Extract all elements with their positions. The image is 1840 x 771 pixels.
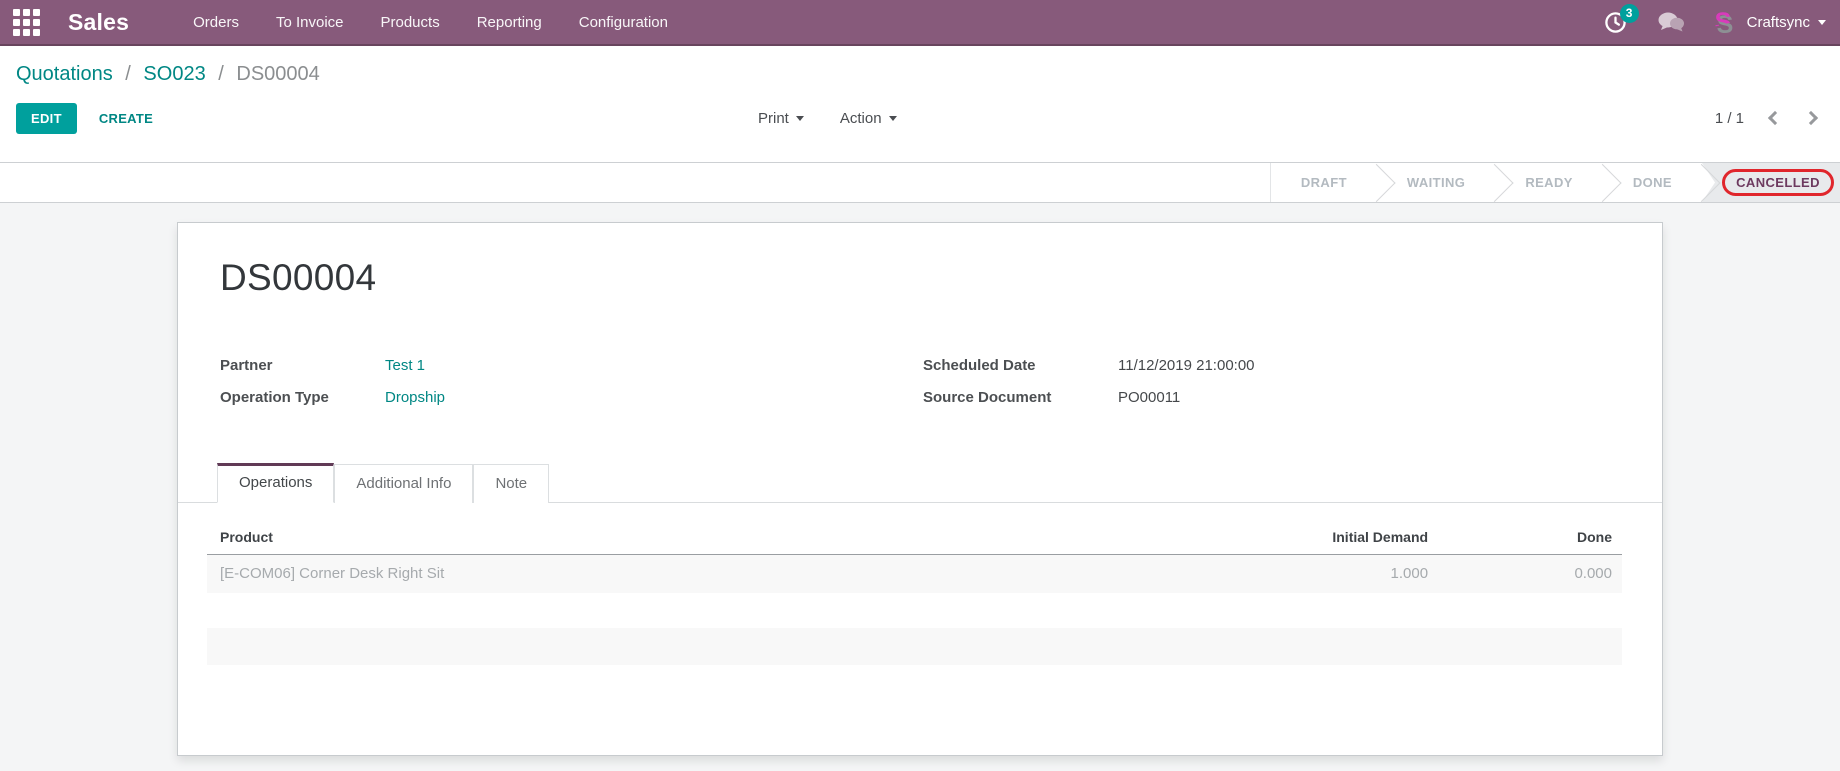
status-draft[interactable]: DRAFT (1271, 163, 1377, 202)
tab-additional-info[interactable]: Additional Info (334, 464, 474, 503)
source-document-value: PO00011 (1118, 388, 1181, 406)
print-label: Print (758, 109, 789, 127)
operations-table: Product Initial Demand Done [E-COM06] Co… (207, 523, 1622, 665)
breadcrumb-so023[interactable]: SO023 (143, 63, 205, 85)
menu-products[interactable]: Products (381, 14, 440, 31)
top-navbar: Sales Orders To Invoice Products Reporti… (0, 0, 1840, 46)
edit-button[interactable]: EDIT (16, 102, 77, 134)
record-title: DS00004 (220, 257, 377, 298)
messages-icon[interactable] (1657, 10, 1685, 34)
chevron-down-icon (795, 115, 804, 121)
user-menu[interactable]: SS Craftsync (1714, 8, 1826, 39)
cell-done[interactable]: 0.000 (1438, 555, 1622, 593)
main-menu: Orders To Invoice Products Reporting Con… (193, 14, 668, 31)
breadcrumb-current: DS00004 (236, 63, 320, 85)
pager-previous-icon[interactable] (1767, 110, 1783, 126)
form-sheet: DS00004 Partner Test 1 Operation Type Dr… (177, 222, 1663, 756)
cell-product[interactable]: [E-COM06] Corner Desk Right Sit (207, 555, 1240, 593)
breadcrumb-separator: / (125, 63, 131, 85)
action-dropdown[interactable]: Action (840, 110, 897, 127)
control-panel: Quotations / SO023 / DS00004 EDIT CREATE… (0, 46, 1840, 162)
status-strip: DRAFT WAITING READY DONE CANCELLED (0, 162, 1840, 203)
column-product[interactable]: Product (207, 523, 1240, 555)
tab-note[interactable]: Note (473, 464, 550, 503)
status-draft-label: DRAFT (1300, 175, 1347, 190)
pager-next-icon[interactable] (1803, 110, 1819, 126)
apps-menu-icon[interactable] (12, 8, 40, 36)
source-document-label: Source Document (923, 388, 1052, 406)
tab-operations[interactable]: Operations (217, 463, 335, 503)
partner-label: Partner (220, 356, 273, 374)
company-avatar: SS (1714, 8, 1734, 39)
field-operation-type: Operation Type Dropship (220, 381, 920, 413)
scheduled-date-value: 11/12/2019 21:00:00 (1118, 356, 1255, 374)
status-waiting-label: WAITING (1406, 175, 1466, 190)
statusbar: DRAFT WAITING READY DONE CANCELLED (1269, 163, 1840, 202)
cell-initial-demand[interactable]: 1.000 (1240, 555, 1438, 593)
empty-row-striped (207, 627, 1622, 665)
breadcrumb: Quotations / SO023 / DS00004 (16, 60, 1824, 88)
breadcrumb-quotations[interactable]: Quotations (16, 63, 113, 85)
app-title[interactable]: Sales (68, 9, 129, 36)
table-header-row: Product Initial Demand Done (207, 523, 1622, 555)
activity-count-badge[interactable]: 3 (1619, 3, 1639, 23)
status-done-label: DONE (1632, 175, 1672, 190)
print-dropdown[interactable]: Print (758, 110, 804, 127)
activity-clock-icon[interactable]: 3 (1604, 3, 1639, 34)
menu-reporting[interactable]: Reporting (477, 14, 542, 31)
action-label: Action (839, 109, 882, 127)
menu-orders[interactable]: Orders (193, 14, 239, 31)
pager-counter: 1 / 1 (1714, 109, 1744, 127)
column-done[interactable]: Done (1438, 523, 1622, 555)
partner-value-link[interactable]: Test 1 (385, 357, 425, 374)
chevron-down-icon (888, 115, 897, 121)
user-name: Craftsync (1746, 13, 1810, 31)
menu-configuration[interactable]: Configuration (579, 14, 668, 31)
operation-type-value-link[interactable]: Dropship (385, 389, 445, 406)
menu-to-invoice[interactable]: To Invoice (276, 14, 344, 31)
operation-type-label: Operation Type (220, 388, 329, 406)
table-row[interactable]: [E-COM06] Corner Desk Right Sit 1.000 0.… (207, 554, 1622, 593)
scheduled-date-label: Scheduled Date (923, 356, 1036, 374)
field-scheduled-date: Scheduled Date 11/12/2019 21:00:00 (923, 349, 1563, 381)
status-cancelled-highlight: CANCELLED (1722, 169, 1834, 196)
create-button[interactable]: CREATE (99, 111, 153, 126)
chat-bubbles-icon (1658, 12, 1684, 32)
status-ready-label: READY (1525, 175, 1573, 190)
notebook-tabs: Operations Additional Info Note (178, 463, 1662, 503)
empty-row-white (207, 593, 1622, 628)
field-partner: Partner Test 1 (220, 349, 920, 381)
status-cancelled-active[interactable]: CANCELLED (1702, 163, 1840, 202)
column-initial-demand[interactable]: Initial Demand (1239, 523, 1439, 555)
breadcrumb-separator: / (218, 63, 224, 85)
chevron-down-icon (1818, 19, 1826, 25)
field-source-document: Source Document PO00011 (923, 381, 1563, 413)
